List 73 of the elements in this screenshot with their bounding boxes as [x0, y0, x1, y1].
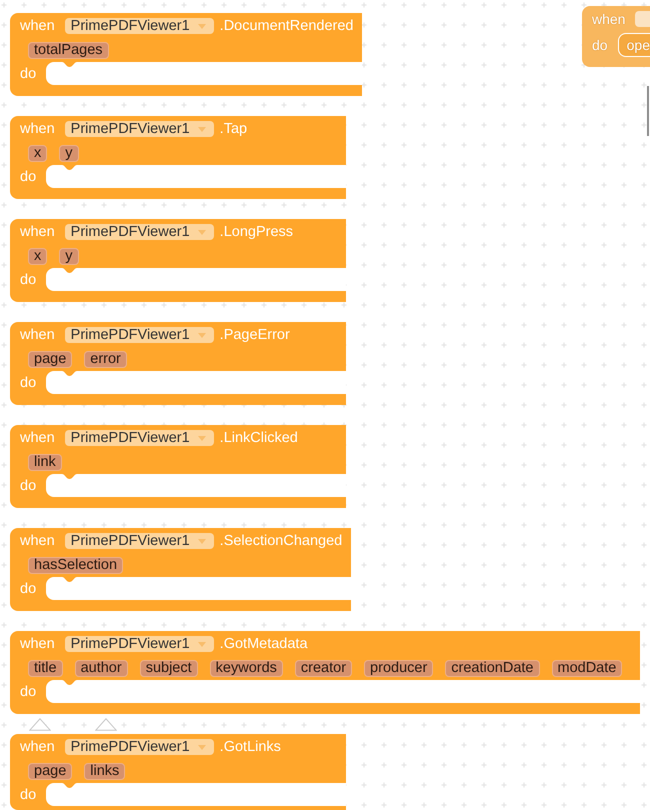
- event-name-label: .GotLinks: [220, 739, 281, 755]
- component-dropdown[interactable]: PrimePDFViewer1: [64, 739, 214, 755]
- when-label: when: [20, 224, 55, 240]
- parameter-block[interactable]: hasSelection: [28, 557, 124, 574]
- parameter-block[interactable]: creator: [294, 660, 352, 677]
- event-name-label: .DocumentRendered: [220, 18, 354, 34]
- caret-icon: [198, 538, 206, 544]
- caret-icon: [198, 744, 206, 750]
- do-label: do: [20, 168, 38, 184]
- when-label: when: [20, 533, 55, 549]
- do-label: do: [20, 374, 38, 390]
- component-dropdown[interactable]: PrimePDFViewer1: [64, 533, 214, 549]
- event-name-label: .GotMetadata: [220, 636, 308, 652]
- caret-icon: [198, 436, 206, 440]
- when-label: when: [20, 739, 55, 755]
- event-name-label: .LongPress: [220, 224, 294, 240]
- event-name-label: .LinkClicked: [220, 430, 298, 446]
- event-name-label: .Tap: [220, 121, 248, 137]
- parameter-block[interactable]: x: [28, 145, 48, 162]
- when-label: when: [20, 636, 55, 652]
- component-dropdown[interactable]: PrimePDFViewer1: [64, 430, 214, 446]
- do-label: do: [592, 37, 609, 53]
- parameter-block[interactable]: page: [28, 763, 72, 780]
- caret-icon: [198, 642, 206, 646]
- event-block[interactable]: when PrimePDFViewer1 .PageError page error do: [10, 322, 346, 405]
- caret-icon: [198, 126, 206, 132]
- when-label: when: [20, 430, 55, 446]
- do-label: do: [20, 272, 38, 288]
- component-dropdown[interactable]: [635, 11, 650, 27]
- component-dropdown[interactable]: PrimePDFViewer1: [64, 636, 214, 652]
- do-label: do: [20, 580, 38, 596]
- parameter-block[interactable]: y: [59, 145, 78, 162]
- parameter-block[interactable]: error: [84, 351, 127, 368]
- parameter-block[interactable]: y: [59, 248, 78, 265]
- parameter-block[interactable]: links: [84, 763, 126, 780]
- event-name-label: .PageError: [220, 327, 290, 343]
- when-label: when: [20, 327, 55, 343]
- event-block[interactable]: when PrimePDFViewer1 .GotLinks page links do: [10, 734, 346, 810]
- caret-icon: [198, 24, 206, 28]
- caret-icon: [198, 230, 206, 234]
- component-dropdown[interactable]: PrimePDFViewer1: [64, 327, 214, 343]
- parameter-block[interactable]: link: [28, 454, 62, 471]
- up-triangle-icon: [95, 718, 117, 731]
- do-label: do: [20, 684, 38, 700]
- component-dropdown[interactable]: PrimePDFViewer1: [64, 224, 214, 240]
- when-label: when: [20, 18, 55, 34]
- parameter-block[interactable]: totalPages: [28, 42, 109, 59]
- parameter-block[interactable]: keywords: [210, 660, 283, 677]
- when-label: when: [20, 121, 55, 137]
- parameter-block[interactable]: modDate: [552, 660, 622, 677]
- event-block[interactable]: when PrimePDFViewer1 .GotMetadata title author subject keywords creator producer creationDate modDate do: [10, 631, 640, 714]
- component-dropdown[interactable]: PrimePDFViewer1: [64, 18, 214, 34]
- event-block[interactable]: when PrimePDFViewer1 .LongPress x y do: [10, 219, 346, 302]
- parameter-block[interactable]: x: [28, 248, 48, 265]
- parameter-block[interactable]: creationDate: [445, 660, 540, 677]
- event-block[interactable]: when PrimePDFViewer1 .SelectionChanged hasSelection do: [10, 528, 352, 611]
- do-label: do: [20, 478, 38, 494]
- event-name-label: .SelectionChanged: [220, 533, 342, 549]
- event-block[interactable]: when PrimePDFViewer1 .DocumentRendered totalPages do: [10, 13, 362, 96]
- parameter-block[interactable]: subject: [140, 660, 198, 677]
- event-block[interactable]: when PrimePDFViewer1 .Tap x y do: [10, 116, 346, 199]
- do-label: do: [20, 786, 38, 802]
- parameter-block[interactable]: title: [28, 660, 63, 677]
- vertical-scrollbar[interactable]: [647, 86, 649, 136]
- when-label: when: [592, 11, 626, 27]
- up-triangle-icon: [29, 718, 51, 731]
- parameter-block[interactable]: producer: [364, 660, 434, 677]
- do-label: do: [20, 66, 38, 82]
- parameter-block[interactable]: page: [28, 351, 72, 368]
- event-block[interactable]: when PrimePDFViewer1 .LinkClicked link do: [10, 425, 346, 508]
- parameter-block[interactable]: author: [74, 660, 128, 677]
- component-dropdown[interactable]: PrimePDFViewer1: [64, 121, 214, 137]
- caret-icon: [198, 332, 206, 338]
